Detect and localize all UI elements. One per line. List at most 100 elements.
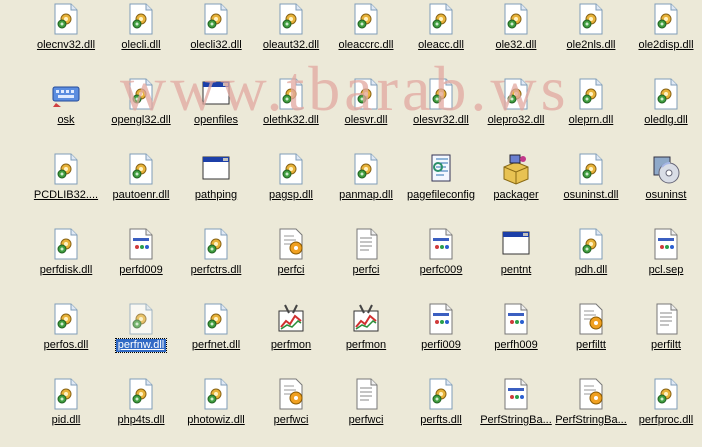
file-item[interactable]: perfos.dll: [26, 302, 106, 372]
config-file-icon: [574, 377, 608, 411]
file-item[interactable]: perfwci: [251, 377, 331, 447]
file-label: perfi009: [421, 339, 461, 351]
file-item[interactable]: perfmon: [326, 302, 406, 372]
file-item[interactable]: perfwci: [326, 377, 406, 447]
file-item[interactable]: openfiles: [176, 77, 256, 147]
file-label: perfnet.dll: [191, 339, 241, 351]
file-item[interactable]: oleacc.dll: [401, 2, 481, 72]
file-item[interactable]: perfh009: [476, 302, 556, 372]
file-item[interactable]: olesvr.dll: [326, 77, 406, 147]
file-item[interactable]: olecli32.dll: [176, 2, 256, 72]
file-label: PCDLIB32....: [33, 189, 99, 201]
file-item[interactable]: ole2nls.dll: [551, 2, 631, 72]
dll-icon: [574, 2, 608, 36]
file-item[interactable]: perfci: [251, 227, 331, 297]
file-item[interactable]: perfctrs.dll: [176, 227, 256, 297]
window-icon: [499, 227, 533, 261]
dll-icon: [424, 2, 458, 36]
file-label: pid.dll: [51, 414, 81, 426]
file-item[interactable]: PerfStringBa...: [551, 377, 631, 447]
config-file-icon: [274, 377, 308, 411]
file-item[interactable]: olethk32.dll: [251, 77, 331, 147]
keyboard-icon: [49, 77, 83, 111]
file-item[interactable]: perfiltt: [626, 302, 702, 372]
file-label: pagsp.dll: [268, 189, 314, 201]
file-label: perfci: [352, 264, 380, 276]
file-label: ole32.dll: [495, 39, 537, 51]
file-item[interactable]: osuninst: [626, 152, 702, 222]
file-label: perfctrs.dll: [190, 264, 242, 276]
file-item[interactable]: perfd009: [101, 227, 181, 297]
file-item[interactable]: opengl32.dll: [101, 77, 181, 147]
file-item[interactable]: oleaccrc.dll: [326, 2, 406, 72]
file-label: perfmon: [345, 339, 387, 351]
perfmon-icon: [349, 302, 383, 336]
file-label: ole2nls.dll: [566, 39, 616, 51]
file-item[interactable]: oleprn.dll: [551, 77, 631, 147]
file-item[interactable]: perfts.dll: [401, 377, 481, 447]
file-label: perfts.dll: [420, 414, 462, 426]
file-item[interactable]: perfnw.dll: [101, 302, 181, 372]
file-item[interactable]: pathping: [176, 152, 256, 222]
file-item[interactable]: olecnv32.dll: [26, 2, 106, 72]
dll-icon: [349, 152, 383, 186]
file-item[interactable]: pdh.dll: [551, 227, 631, 297]
cd-install-icon: [649, 152, 683, 186]
file-item[interactable]: pagefileconfig: [401, 152, 481, 222]
data-file-icon: [499, 302, 533, 336]
file-label: perfdisk.dll: [39, 264, 93, 276]
file-label: photowiz.dll: [187, 414, 245, 426]
file-label: pagefileconfig: [407, 189, 475, 201]
file-label: olesvr.dll: [344, 114, 388, 126]
file-item[interactable]: perfmon: [251, 302, 331, 372]
file-item[interactable]: olesvr32.dll: [401, 77, 481, 147]
file-label: pentnt: [500, 264, 532, 276]
file-item[interactable]: packager: [476, 152, 556, 222]
file-item[interactable]: oledlg.dll: [626, 77, 702, 147]
file-item[interactable]: pid.dll: [26, 377, 106, 447]
file-item[interactable]: olepro32.dll: [476, 77, 556, 147]
dll-icon: [574, 227, 608, 261]
file-label: oleaccrc.dll: [338, 39, 394, 51]
file-item[interactable]: pagsp.dll: [251, 152, 331, 222]
file-item[interactable]: perfdisk.dll: [26, 227, 106, 297]
file-item[interactable]: perfc009: [401, 227, 481, 297]
dll-icon: [199, 227, 233, 261]
packager-icon: [499, 152, 533, 186]
file-item[interactable]: olecli.dll: [101, 2, 181, 72]
file-item[interactable]: oleaut32.dll: [251, 2, 331, 72]
file-item[interactable]: perfnet.dll: [176, 302, 256, 372]
file-item[interactable]: ole2disp.dll: [626, 2, 702, 72]
data-file-icon: [124, 227, 158, 261]
file-item[interactable]: pcl.sep: [626, 227, 702, 297]
file-label: perfproc.dll: [638, 414, 694, 426]
file-item[interactable]: perfproc.dll: [626, 377, 702, 447]
file-item[interactable]: osk: [26, 77, 106, 147]
file-item[interactable]: pautoenr.dll: [101, 152, 181, 222]
file-label: perfiltt: [576, 339, 606, 351]
file-item[interactable]: photowiz.dll: [176, 377, 256, 447]
file-item[interactable]: osuninst.dll: [551, 152, 631, 222]
dll-icon: [499, 2, 533, 36]
file-item[interactable]: perfci: [326, 227, 406, 297]
file-item[interactable]: PCDLIB32....: [26, 152, 106, 222]
file-item[interactable]: PerfStringBa...: [476, 377, 556, 447]
file-label: perfmon: [270, 339, 312, 351]
dll-icon: [124, 302, 158, 336]
file-item[interactable]: php4ts.dll: [101, 377, 181, 447]
text-file-icon: [349, 227, 383, 261]
dll-icon: [574, 77, 608, 111]
file-item[interactable]: ole32.dll: [476, 2, 556, 72]
file-label: oledlg.dll: [644, 114, 688, 126]
file-item[interactable]: panmap.dll: [326, 152, 406, 222]
file-item[interactable]: perfiltt: [551, 302, 631, 372]
data-file-icon: [649, 227, 683, 261]
config-file-icon: [574, 302, 608, 336]
dll-icon: [49, 302, 83, 336]
dll-icon: [649, 2, 683, 36]
file-label: perfwci: [348, 414, 384, 426]
file-item[interactable]: pentnt: [476, 227, 556, 297]
dll-icon: [649, 377, 683, 411]
file-item[interactable]: perfi009: [401, 302, 481, 372]
file-label: perfnw.dll: [114, 338, 168, 353]
